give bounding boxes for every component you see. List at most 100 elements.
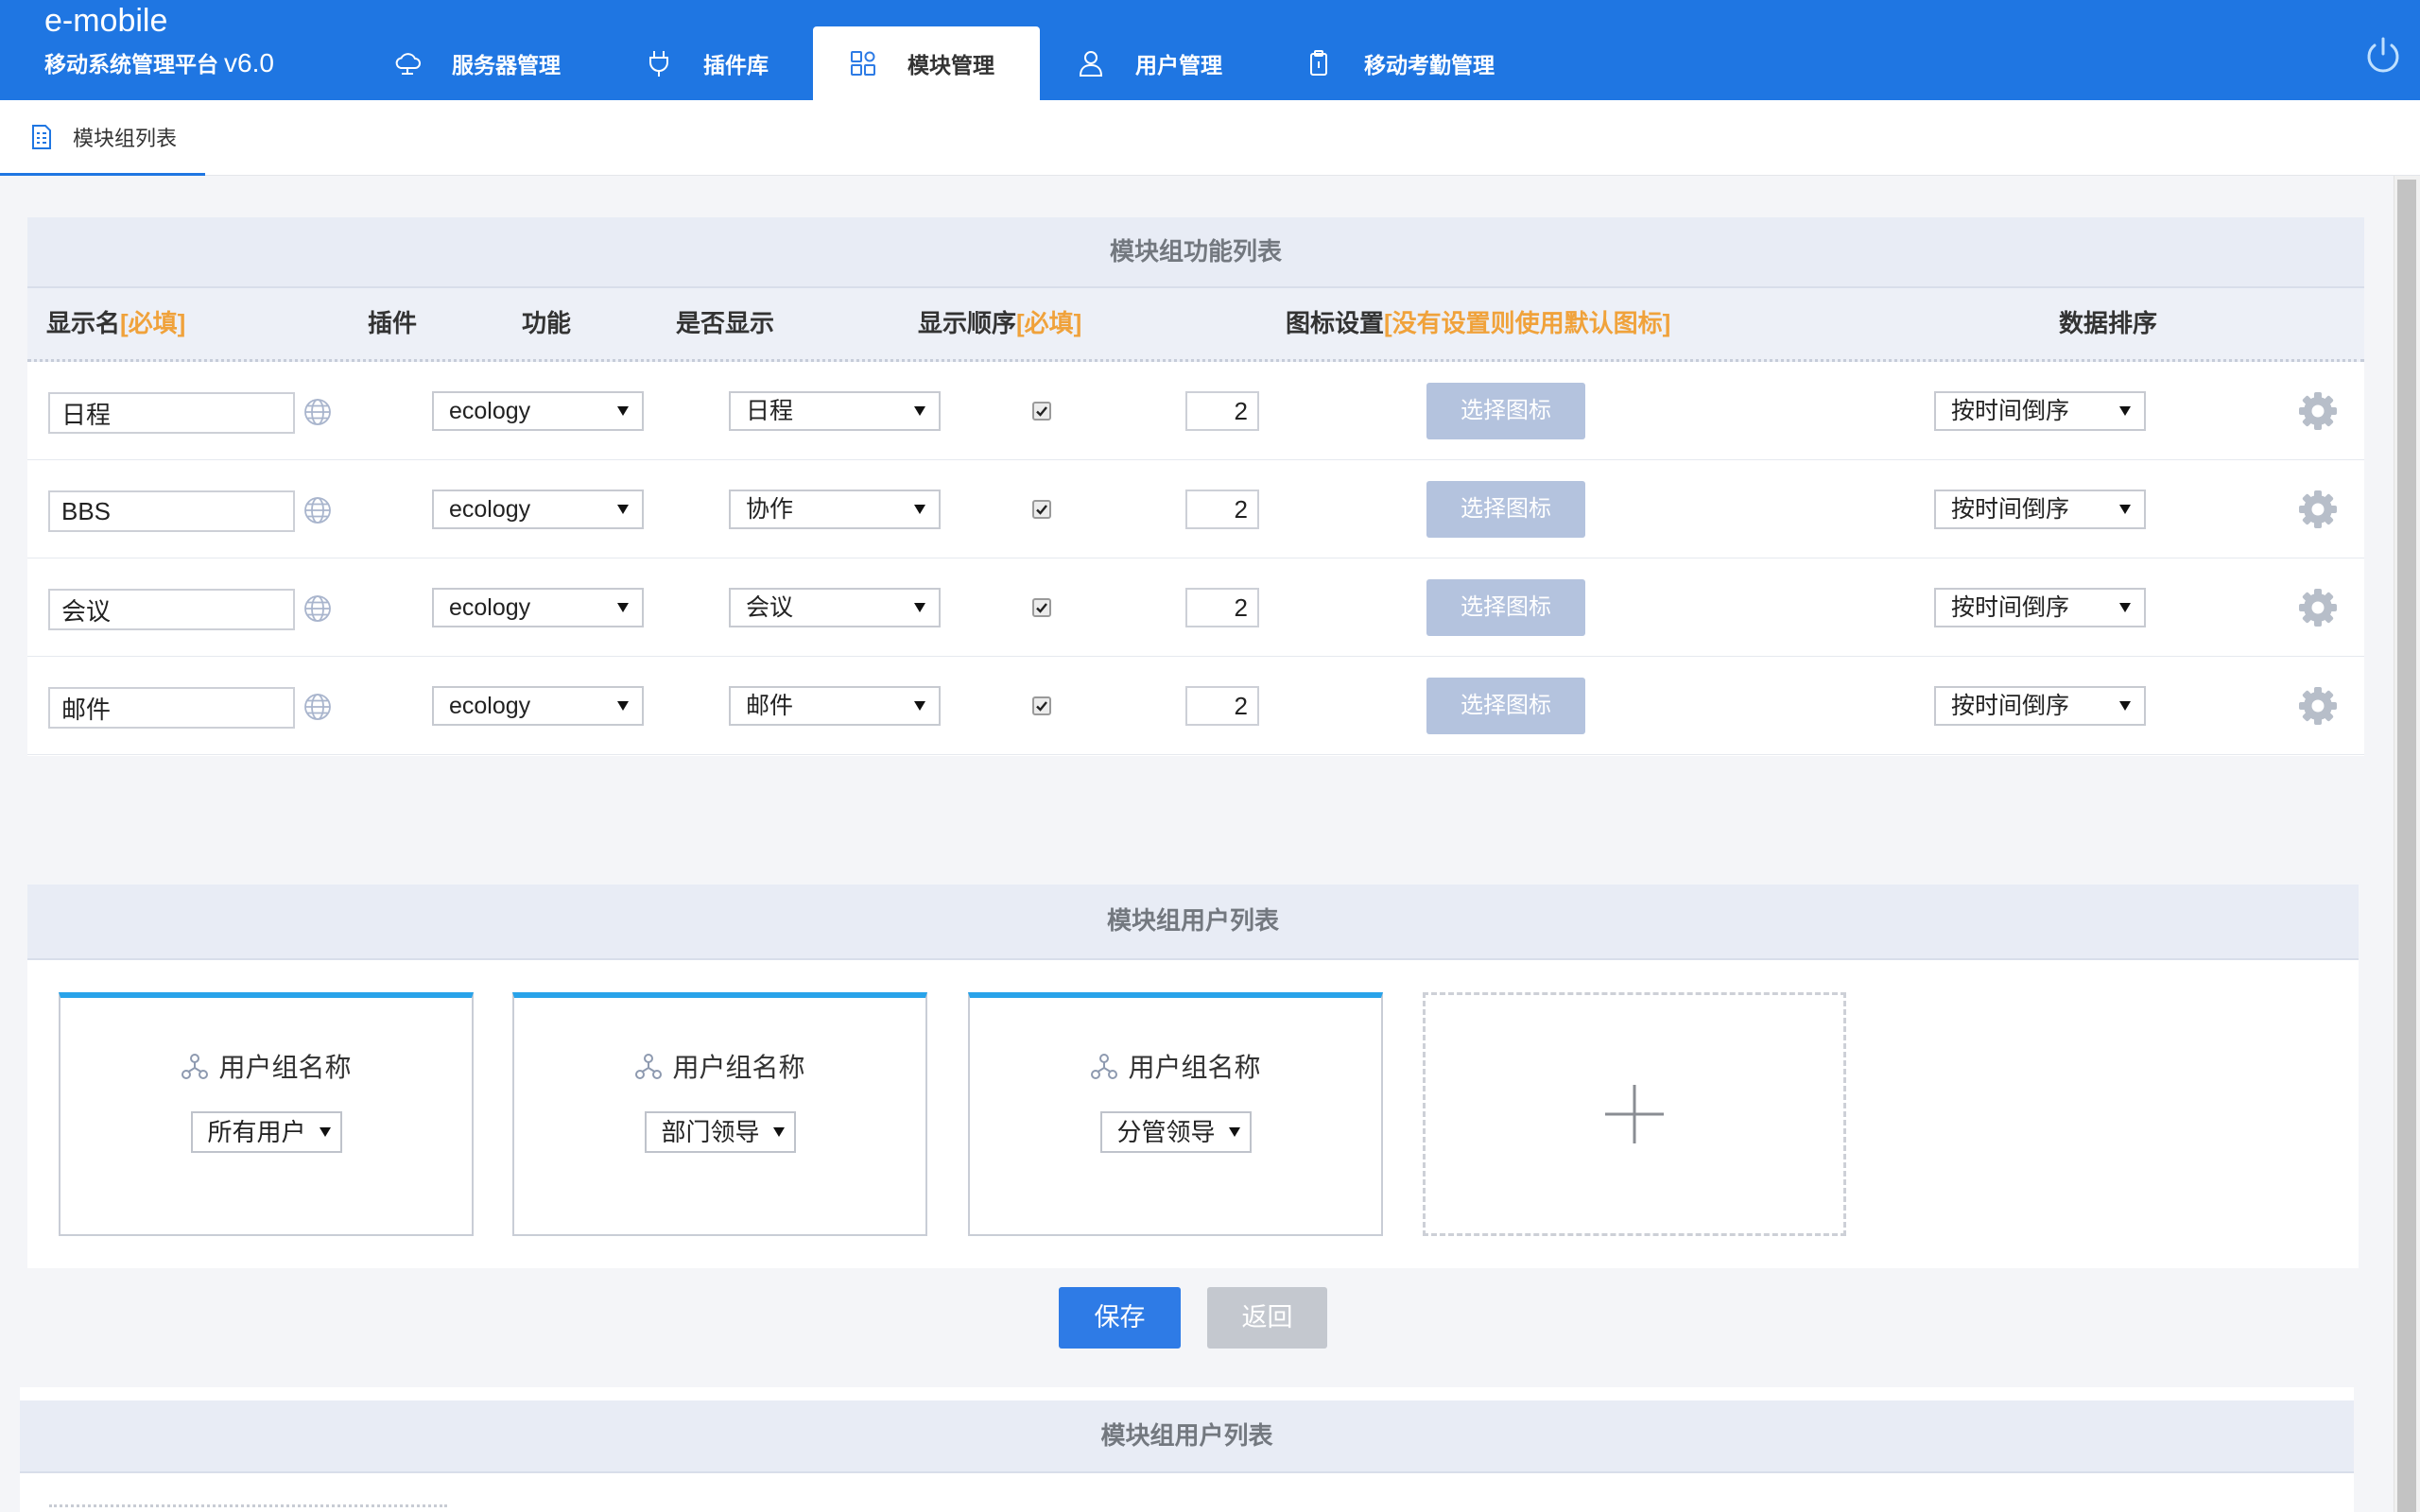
user-group-select[interactable]: 所有用户 (190, 1111, 342, 1153)
sort-select-value: 按时间倒序 (1951, 398, 2070, 424)
function-select[interactable]: 邮件 (729, 686, 941, 726)
plugin-select[interactable]: ecology (432, 588, 644, 627)
col-visible: 是否显示 (676, 309, 775, 337)
back-button[interactable]: 返回 (1207, 1287, 1327, 1349)
clipboard-icon (1310, 50, 1327, 76)
col-function: 功能 (522, 309, 572, 337)
nav-tab-label: 模块管理 (908, 53, 994, 77)
chevron-down-icon (1228, 1127, 1240, 1137)
plus-icon (1605, 1085, 1664, 1143)
gear-icon[interactable] (2296, 389, 2340, 433)
user-group-select[interactable]: 部门领导 (644, 1111, 796, 1153)
col-sort: 数据排序 (2059, 309, 2158, 337)
gear-icon[interactable] (2296, 488, 2340, 531)
sort-select-value: 按时间倒序 (1951, 496, 2070, 523)
plugin-select-value: ecology (449, 594, 531, 621)
document-list-icon (32, 124, 51, 149)
nav-tab-label: 服务器管理 (452, 53, 561, 77)
select-icon-button[interactable]: 选择图标 (1426, 383, 1585, 439)
chevron-down-icon (617, 406, 629, 416)
scrollbar-thumb[interactable] (2397, 180, 2416, 1512)
panel-title: 模块组用户列表 (20, 1400, 2354, 1473)
sort-select[interactable]: 按时间倒序 (1934, 588, 2146, 627)
sort-select[interactable]: 按时间倒序 (1934, 490, 2146, 529)
app-subtitle: 移动系统管理平台 v6.0 (44, 45, 274, 86)
user-group-select-value: 部门领导 (661, 1118, 760, 1146)
table-row: ecology 会议 选择图标 按时间倒序 (27, 558, 2364, 657)
display-order-input[interactable] (1185, 588, 1259, 627)
user-group-label-text: 用户组名称 (218, 1053, 352, 1082)
table-header: 显示名[必填] 插件 功能 是否显示 显示顺序[必填] 图标设置[没有设置则使用… (27, 288, 2364, 362)
power-icon[interactable] (2362, 35, 2404, 77)
visible-checkbox[interactable] (1032, 696, 1051, 715)
display-name-input[interactable] (48, 589, 295, 630)
module-user-panel-secondary: 模块组用户列表 (20, 1387, 2354, 1512)
function-select-value: 协作 (746, 496, 794, 523)
sort-select[interactable]: 按时间倒序 (1934, 686, 2146, 726)
app-subtitle-text: 移动系统管理平台 (44, 52, 218, 77)
plugin-select[interactable]: ecology (432, 490, 644, 529)
panel-title: 模块组用户列表 (27, 885, 2359, 960)
col-order-text: 显示顺序 (918, 309, 1017, 337)
function-select[interactable]: 日程 (729, 391, 941, 431)
chevron-down-icon (2119, 406, 2131, 416)
required-tag: [必填] (120, 309, 186, 337)
globe-icon[interactable] (302, 495, 333, 525)
nav-tab-attendance[interactable]: 移动考勤管理 (1270, 26, 1523, 100)
nav-tab-plugins[interactable]: 插件库 (609, 26, 797, 100)
save-button[interactable]: 保存 (1059, 1287, 1181, 1349)
user-group-card-placeholder (49, 1504, 447, 1512)
user-group-icon (1091, 1054, 1118, 1079)
plugin-select[interactable]: ecology (432, 686, 644, 726)
icon-default-note: [没有设置则使用默认图标] (1384, 309, 1671, 337)
nav-tab-modules[interactable]: 模块管理 (813, 26, 1040, 100)
nav-tab-users[interactable]: 用户管理 (1041, 26, 1251, 100)
col-plugin: 插件 (368, 309, 418, 337)
col-display-name-text: 显示名 (46, 309, 121, 337)
panel-title: 模块组功能列表 (27, 217, 2364, 288)
table-row: ecology 日程 选择图标 按时间倒序 (27, 362, 2364, 460)
function-select[interactable]: 协作 (729, 490, 941, 529)
plugin-select-value: ecology (449, 693, 531, 719)
chevron-down-icon (617, 701, 629, 711)
display-order-input[interactable] (1185, 490, 1259, 529)
add-user-group-button[interactable] (1423, 992, 1846, 1236)
display-order-input[interactable] (1185, 391, 1259, 431)
chevron-down-icon (914, 505, 925, 514)
nav-tab-label: 用户管理 (1135, 53, 1222, 77)
select-icon-button[interactable]: 选择图标 (1426, 481, 1585, 538)
nav-tab-server[interactable]: 服务器管理 (357, 26, 589, 100)
subtab-label: 模块组列表 (73, 126, 178, 150)
function-select-value: 会议 (746, 594, 794, 621)
visible-checkbox[interactable] (1032, 598, 1051, 617)
chevron-down-icon (914, 406, 925, 416)
visible-checkbox[interactable] (1032, 500, 1051, 519)
function-select[interactable]: 会议 (729, 588, 941, 627)
select-icon-button[interactable]: 选择图标 (1426, 579, 1585, 636)
user-group-card: 用户组名称 部门领导 (512, 992, 927, 1236)
globe-icon[interactable] (302, 593, 333, 624)
display-name-input[interactable] (48, 490, 295, 532)
plugin-select-value: ecology (449, 496, 531, 523)
globe-icon[interactable] (302, 397, 333, 427)
display-name-input[interactable] (48, 687, 295, 729)
display-name-input[interactable] (48, 392, 295, 434)
plugin-select[interactable]: ecology (432, 391, 644, 431)
sort-select[interactable]: 按时间倒序 (1934, 391, 2146, 431)
select-icon-button[interactable]: 选择图标 (1426, 678, 1585, 734)
col-order: 显示顺序[必填] (918, 288, 1081, 359)
gear-icon[interactable] (2296, 684, 2340, 728)
sort-select-value: 按时间倒序 (1951, 693, 2070, 719)
nav-tab-label: 插件库 (703, 53, 769, 77)
nav-tab-label: 移动考勤管理 (1364, 53, 1495, 77)
user-group-label: 用户组名称 (514, 1047, 925, 1085)
user-group-icon (635, 1054, 663, 1079)
app-version: v6.0 (224, 48, 274, 77)
gear-icon[interactable] (2296, 586, 2340, 629)
display-order-input[interactable] (1185, 686, 1259, 726)
subtab-module-group-list[interactable]: 模块组列表 (0, 100, 205, 176)
visible-checkbox[interactable] (1032, 402, 1051, 421)
user-group-select[interactable]: 分管领导 (1099, 1111, 1252, 1153)
sub-navigation: 模块组列表 (0, 100, 2420, 176)
globe-icon[interactable] (302, 692, 333, 722)
